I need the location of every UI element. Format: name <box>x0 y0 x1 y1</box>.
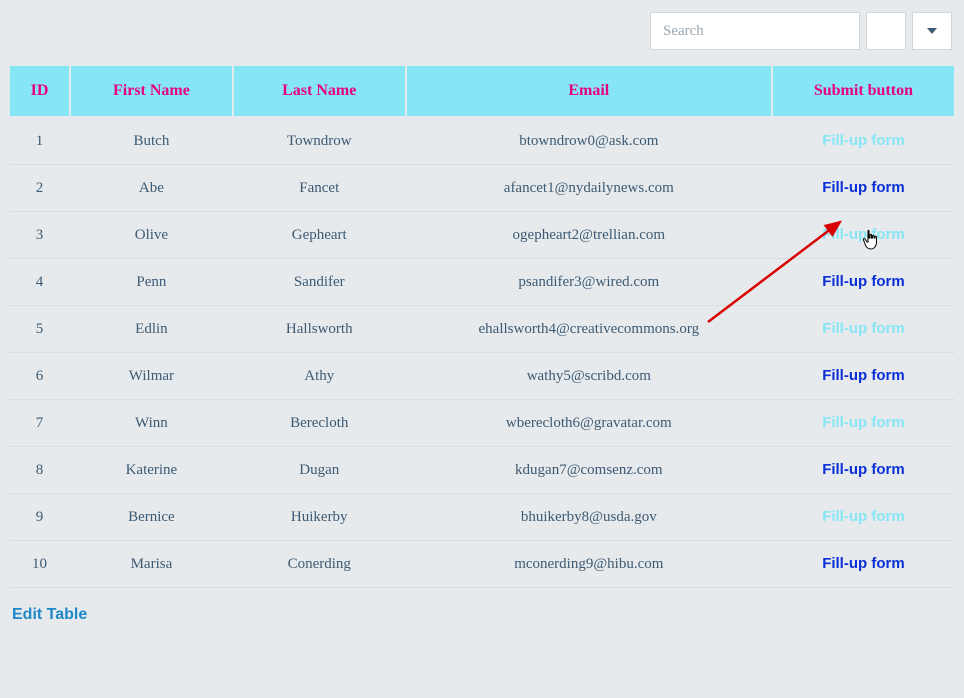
cell-first-name: Bernice <box>70 494 233 541</box>
cell-first-name: Butch <box>70 117 233 165</box>
cell-id: 6 <box>9 353 70 400</box>
fill-up-form-link[interactable]: Fill-up form <box>822 367 905 384</box>
cell-email: wberecloth6@gravatar.com <box>406 400 772 447</box>
cell-email: mconerding9@hibu.com <box>406 541 772 588</box>
col-header-submit[interactable]: Submit button <box>772 65 955 117</box>
cell-submit: Fill-up form <box>772 541 955 588</box>
cell-first-name: Olive <box>70 212 233 259</box>
fill-up-form-link[interactable]: Fill-up form <box>822 226 905 243</box>
table-row: 9BerniceHuikerbybhuikerby8@usda.gov Fill-… <box>9 494 955 541</box>
cell-id: 9 <box>9 494 70 541</box>
table-toolbar <box>8 12 956 50</box>
cell-submit: Fill-up form <box>772 447 955 494</box>
cell-submit: Fill-up form <box>772 212 955 259</box>
cell-email: afancet1@nydailynews.com <box>406 165 772 212</box>
fill-up-form-link[interactable]: Fill-up form <box>822 320 905 337</box>
cell-last-name: Athy <box>233 353 406 400</box>
fill-up-form-link[interactable]: Fill-up form <box>822 555 905 572</box>
table-row: 10MarisaConerdingmconerding9@hibu.com Fil… <box>9 541 955 588</box>
cell-email: wathy5@scribd.com <box>406 353 772 400</box>
edit-table-link[interactable]: Edit Table <box>12 606 87 624</box>
table-row: 5EdlinHallsworthehallsworth4@creativecom… <box>9 306 955 353</box>
col-header-last-name[interactable]: Last Name <box>233 65 406 117</box>
cell-id: 1 <box>9 117 70 165</box>
table-row: 4PennSandiferpsandifer3@wired.com Fill-up… <box>9 259 955 306</box>
cell-submit: Fill-up form <box>772 353 955 400</box>
cell-id: 7 <box>9 400 70 447</box>
table-row: 2AbeFancetafancet1@nydailynews.com Fill-u… <box>9 165 955 212</box>
cell-first-name: Marisa <box>70 541 233 588</box>
table-header-row: ID First Name Last Name Email Submit but… <box>9 65 955 117</box>
options-dropdown-button[interactable] <box>912 12 952 50</box>
col-header-email[interactable]: Email <box>406 65 772 117</box>
cell-id: 5 <box>9 306 70 353</box>
fill-up-form-link[interactable]: Fill-up form <box>822 132 905 149</box>
fill-up-form-link[interactable]: Fill-up form <box>822 508 905 525</box>
cell-id: 8 <box>9 447 70 494</box>
cell-email: bhuikerby8@usda.gov <box>406 494 772 541</box>
table-row: 8KaterineDugankdugan7@comsenz.com Fill-up… <box>9 447 955 494</box>
cell-last-name: Fancet <box>233 165 406 212</box>
cell-last-name: Conerding <box>233 541 406 588</box>
search-button[interactable] <box>866 12 906 50</box>
cell-last-name: Berecloth <box>233 400 406 447</box>
cell-first-name: Penn <box>70 259 233 306</box>
cell-submit: Fill-up form <box>772 259 955 306</box>
cell-first-name: Edlin <box>70 306 233 353</box>
cell-last-name: Towndrow <box>233 117 406 165</box>
fill-up-form-link[interactable]: Fill-up form <box>822 179 905 196</box>
cell-first-name: Abe <box>70 165 233 212</box>
cell-email: ogepheart2@trellian.com <box>406 212 772 259</box>
col-header-id[interactable]: ID <box>9 65 70 117</box>
fill-up-form-link[interactable]: Fill-up form <box>822 414 905 431</box>
data-table: ID First Name Last Name Email Submit but… <box>8 64 956 588</box>
cell-last-name: Sandifer <box>233 259 406 306</box>
cell-submit: Fill-up form <box>772 117 955 165</box>
col-header-first-name[interactable]: First Name <box>70 65 233 117</box>
table-row: 7WinnBereclothwberecloth6@gravatar.com Fi… <box>9 400 955 447</box>
cell-last-name: Hallsworth <box>233 306 406 353</box>
cell-id: 3 <box>9 212 70 259</box>
table-row: 3OliveGepheartogepheart2@trellian.com Fil… <box>9 212 955 259</box>
cell-email: psandifer3@wired.com <box>406 259 772 306</box>
search-input[interactable] <box>650 12 860 50</box>
table-row: 6WilmarAthywathy5@scribd.com Fill-up form <box>9 353 955 400</box>
cell-id: 2 <box>9 165 70 212</box>
cell-id: 10 <box>9 541 70 588</box>
cell-submit: Fill-up form <box>772 400 955 447</box>
cell-last-name: Dugan <box>233 447 406 494</box>
cell-email: kdugan7@comsenz.com <box>406 447 772 494</box>
cell-submit: Fill-up form <box>772 306 955 353</box>
caret-down-icon <box>927 28 937 34</box>
table-row: 1ButchTowndrowbtowndrow0@ask.com Fill-up … <box>9 117 955 165</box>
cell-email: ehallsworth4@creativecommons.org <box>406 306 772 353</box>
fill-up-form-link[interactable]: Fill-up form <box>822 273 905 290</box>
search-icon <box>878 23 894 39</box>
cell-last-name: Gepheart <box>233 212 406 259</box>
cell-email: btowndrow0@ask.com <box>406 117 772 165</box>
fill-up-form-link[interactable]: Fill-up form <box>822 461 905 478</box>
cell-submit: Fill-up form <box>772 165 955 212</box>
cell-last-name: Huikerby <box>233 494 406 541</box>
cell-submit: Fill-up form <box>772 494 955 541</box>
cell-first-name: Winn <box>70 400 233 447</box>
cell-first-name: Wilmar <box>70 353 233 400</box>
cell-id: 4 <box>9 259 70 306</box>
cell-first-name: Katerine <box>70 447 233 494</box>
